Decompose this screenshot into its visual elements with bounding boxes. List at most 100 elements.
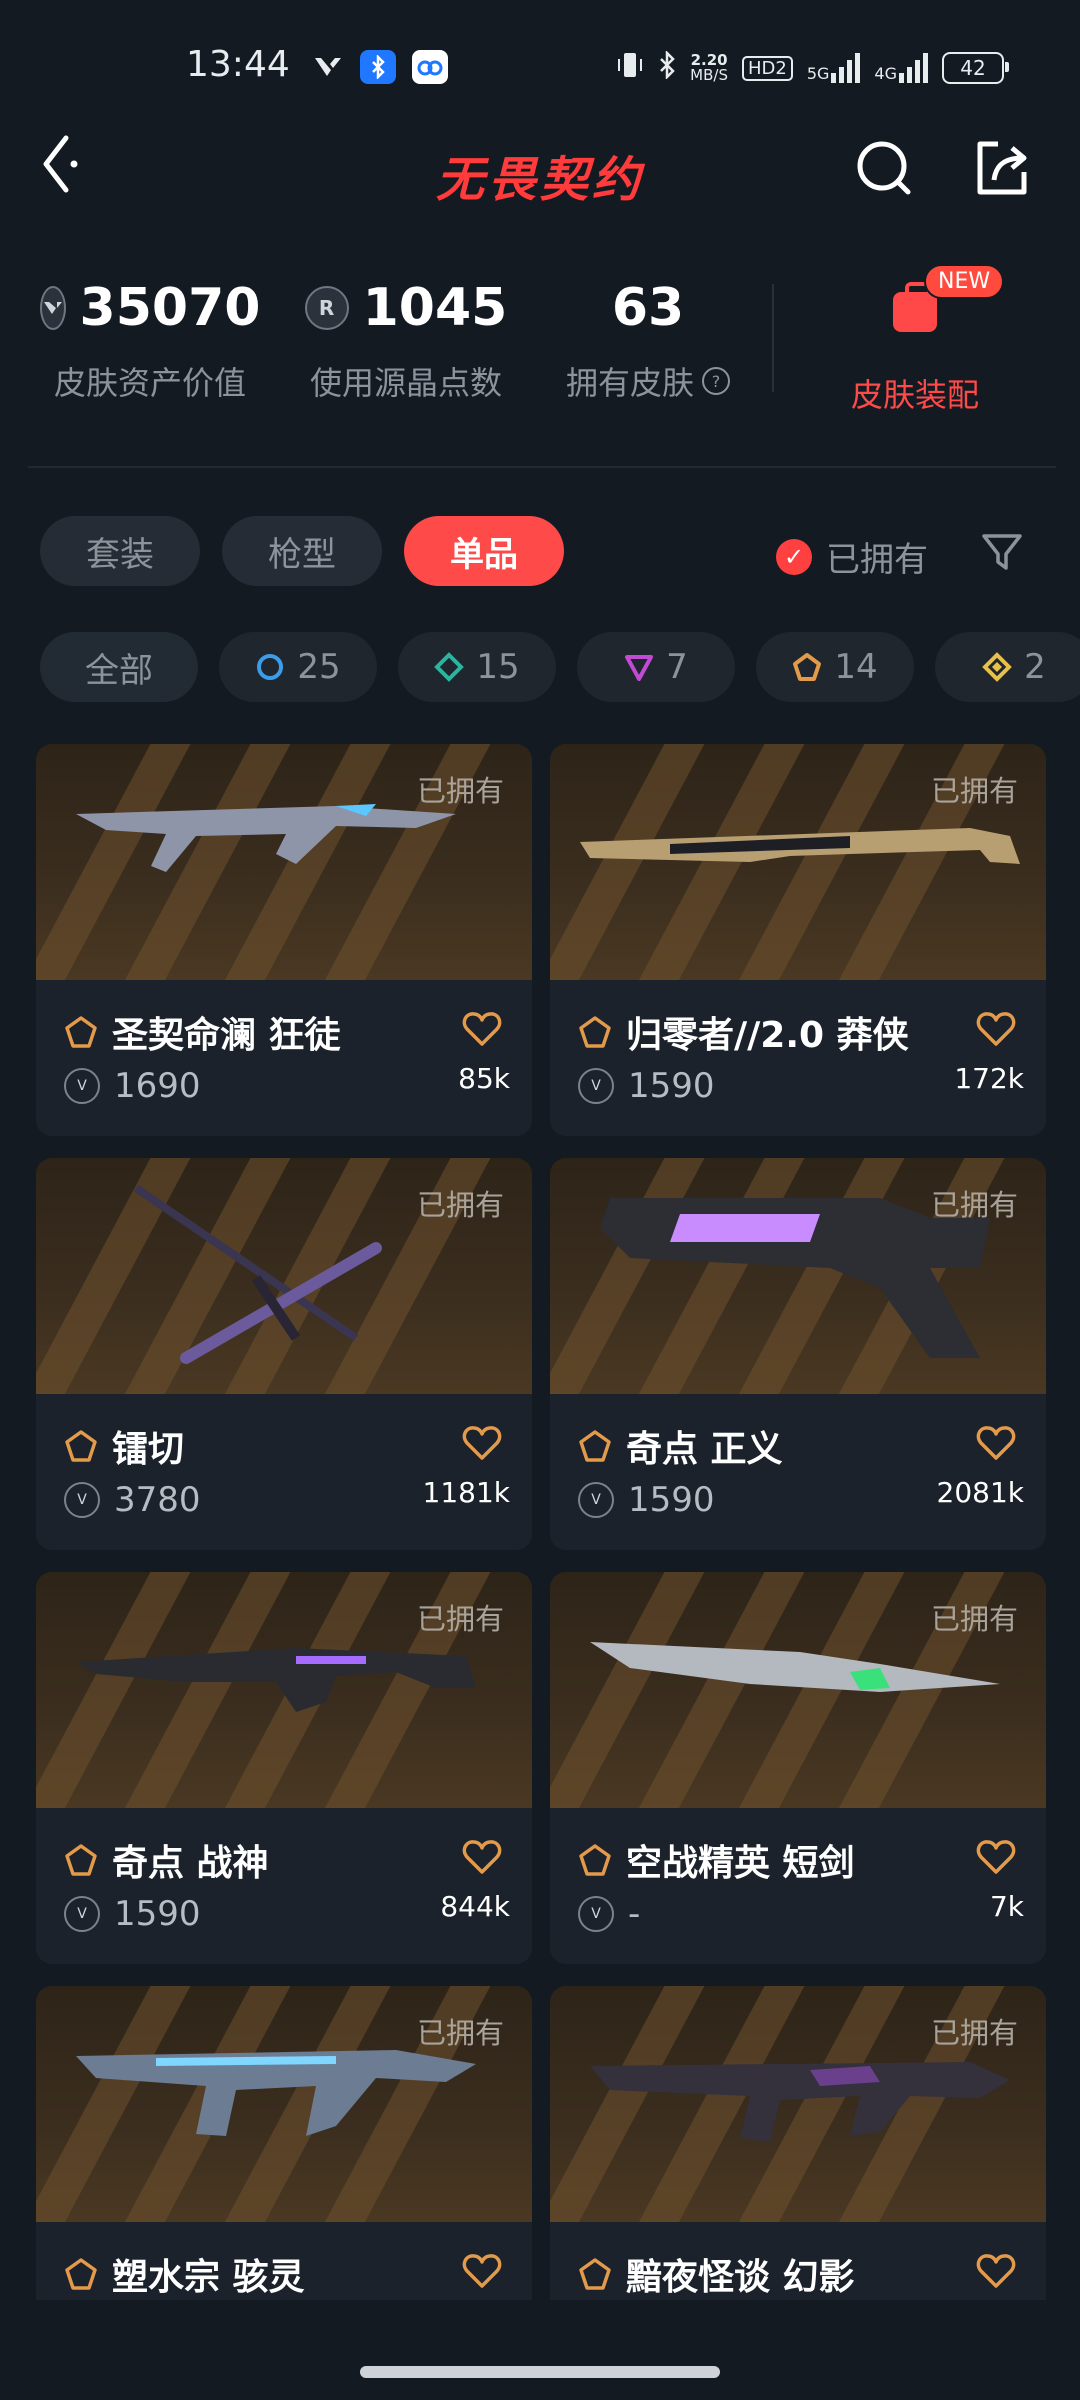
help-icon[interactable]: ?: [702, 367, 730, 395]
signal-5g: 5G: [807, 53, 861, 83]
heart-icon[interactable]: [976, 1424, 1016, 1462]
stat-value: 35070: [79, 278, 261, 338]
rarity-chip-exclusive[interactable]: 14: [756, 632, 914, 702]
skin-name: 塑水宗 骇灵: [112, 2257, 305, 2298]
divider: [28, 466, 1056, 468]
bluetooth-icon: [658, 49, 676, 85]
heart-icon[interactable]: [976, 1838, 1016, 1876]
owned-tag: 已拥有: [416, 774, 504, 808]
tab-gun-type[interactable]: 枪型: [222, 516, 382, 586]
share-button[interactable]: [970, 136, 1034, 200]
search-button[interactable]: [852, 136, 916, 200]
vp-coin-icon: V: [578, 1482, 614, 1518]
rarity-chip-all[interactable]: 全部: [40, 632, 198, 702]
skin-name: 归零者//2.0 莽侠: [626, 1015, 909, 1056]
heart-icon[interactable]: [462, 2252, 502, 2290]
status-time: 13:44: [186, 44, 290, 85]
rarity-chip-select[interactable]: 25: [219, 632, 377, 702]
stat-label: 使用源晶点数: [309, 364, 502, 402]
net-speed: 2.20 MB/S: [690, 51, 728, 84]
vp-coin-icon: [39, 286, 66, 330]
exclusive-tier-icon: [65, 2258, 97, 2290]
exclusive-tier-icon: [65, 1016, 97, 1048]
like-count: 2081k: [936, 1476, 1024, 1509]
skin-image: 已拥有: [550, 1572, 1046, 1808]
status-right: 2.20 MB/S HD2 5G 4G 42: [616, 49, 1009, 86]
skin-card[interactable]: 已拥有 奇点 战神 V 1590 844k: [36, 1572, 532, 1964]
owned-filter-toggle[interactable]: ✓ 已拥有: [776, 532, 928, 581]
vp-coin-icon: V: [64, 1482, 100, 1518]
heart-icon[interactable]: [462, 1424, 502, 1462]
vp-coin-icon: V: [64, 1068, 100, 1104]
owned-filter-label: 已拥有: [826, 540, 928, 580]
radianite-icon: R: [304, 286, 349, 330]
heart-icon[interactable]: [462, 1838, 502, 1876]
rarity-chip-premium[interactable]: 7: [577, 632, 735, 702]
bag-icon: [893, 282, 937, 332]
skin-image: 已拥有: [36, 1572, 532, 1808]
like-count: 844k: [440, 1890, 510, 1923]
stat-value: 1045: [362, 278, 508, 338]
skin-image: 已拥有: [36, 744, 532, 980]
rarity-chip-ultra[interactable]: 2: [935, 632, 1080, 702]
skin-name: 奇点 战神: [112, 1843, 269, 1884]
rarity-chip-deluxe[interactable]: 15: [398, 632, 556, 702]
skin-equip-button[interactable]: NEW 皮肤装配: [790, 264, 1040, 416]
heart-icon[interactable]: [976, 2252, 1016, 2290]
exclusive-tier-icon: [579, 1844, 611, 1876]
search-icon: [857, 141, 911, 195]
skin-price: 3780: [114, 1480, 201, 1520]
stat-skin-value: 35070 皮肤资产价值: [39, 276, 261, 404]
like-count: 7k: [989, 1890, 1024, 1923]
skin-price: 1590: [114, 1894, 201, 1934]
select-edition-icon: [257, 654, 284, 680]
ultra-edition-icon: [982, 652, 1013, 682]
skin-card[interactable]: 已拥有 圣契命澜 狂徒 V 1690 85k: [36, 744, 532, 1136]
stat-label: 拥有皮肤: [565, 364, 694, 402]
skin-card[interactable]: 已拥有 镭切 V 3780 1181k: [36, 1158, 532, 1550]
rarity-filter-row: 全部 25 15 7 14 2: [40, 632, 1080, 702]
tab-single[interactable]: 单品: [404, 516, 564, 586]
hd-icon: HD2: [741, 55, 793, 81]
skin-image: 已拥有: [550, 744, 1046, 980]
skin-name: 圣契命澜 狂徒: [112, 1015, 341, 1056]
exclusive-tier-icon: [579, 1016, 611, 1048]
funnel-icon: [982, 534, 1022, 570]
skin-price: 1590: [628, 1066, 715, 1106]
tab-set[interactable]: 套装: [40, 516, 200, 586]
filter-button[interactable]: [980, 530, 1024, 574]
skin-price: -: [628, 1894, 641, 1934]
exclusive-tier-icon: [579, 2258, 611, 2290]
skin-card[interactable]: 已拥有 奇点 正义 V 1590 2081k: [550, 1158, 1046, 1550]
bluetooth-app-icon: [360, 50, 396, 84]
home-indicator[interactable]: [360, 2366, 720, 2378]
signal-4g: 4G: [874, 53, 928, 83]
skin-card[interactable]: 已拥有归零者//2.0 莽侠 V 1590 172k: [550, 744, 1046, 1136]
skin-card[interactable]: 已拥有 空战精英 短剑 V - 7k: [550, 1572, 1046, 1964]
stat-owned-skins[interactable]: 63 拥有皮肤 ?: [558, 276, 738, 404]
heart-icon[interactable]: [462, 1010, 502, 1048]
checkmark-icon: ✓: [776, 538, 812, 575]
valorant-notification-icon: [308, 50, 348, 84]
skin-name: 空战精英 短剑: [626, 1843, 855, 1884]
asset-stats: 35070 皮肤资产价值 R 1045 使用源晶点数 63 拥有皮肤 ? NEW…: [0, 264, 1080, 424]
owned-tag: 已拥有: [416, 1602, 504, 1636]
owned-tag: 已拥有: [930, 774, 1018, 808]
exclusive-edition-icon: [793, 653, 822, 681]
like-count: 172k: [954, 1062, 1024, 1095]
signal-bars-icon: [899, 53, 928, 83]
owned-tag: 已拥有: [930, 1602, 1018, 1636]
like-count: 85k: [458, 1062, 510, 1095]
heart-icon[interactable]: [976, 1010, 1016, 1048]
battery-icon: 42: [942, 52, 1009, 84]
skin-image: 已拥有: [36, 1158, 532, 1394]
vp-coin-icon: V: [578, 1068, 614, 1104]
stat-label: 皮肤资产价值: [53, 364, 246, 402]
skin-image: 已拥有: [36, 1986, 532, 2222]
exclusive-tier-icon: [579, 1430, 611, 1462]
divider: [772, 284, 774, 392]
top-nav: 无畏契约: [0, 132, 1080, 232]
skin-name: 黯夜怪谈 幻影: [626, 2257, 855, 2298]
new-badge: NEW: [924, 264, 1005, 299]
app-logo-title: 无畏契约: [435, 152, 644, 208]
